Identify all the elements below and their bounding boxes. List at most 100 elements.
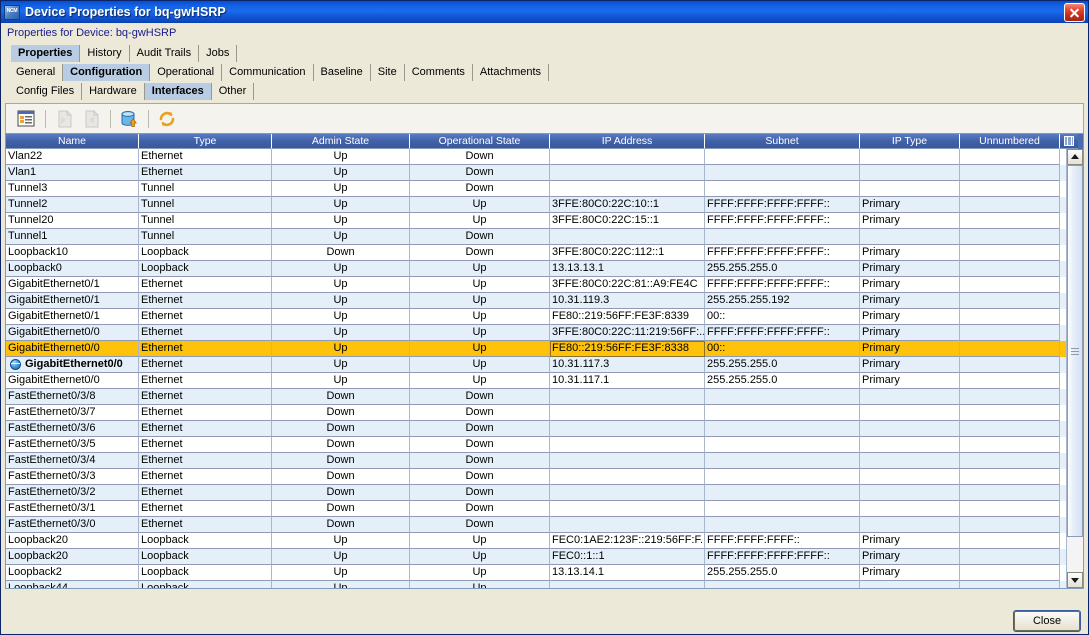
- scroll-down-button[interactable]: [1067, 572, 1083, 588]
- table-row[interactable]: Loopback0 Loopback Up Up 13.13.13.1 255.255.2…: [6, 261, 1066, 277]
- cell-unnumbered: [960, 501, 1060, 517]
- cell-ip-type: Primary: [860, 533, 960, 549]
- cell-operational-state: Down: [410, 421, 550, 437]
- interface-name: FastEthernet0/3/0: [8, 518, 96, 530]
- tab-site[interactable]: Site: [371, 64, 405, 81]
- refresh-icon[interactable]: [155, 107, 179, 131]
- cell-unnumbered: [960, 485, 1060, 501]
- cell-type: Loopback: [139, 581, 272, 588]
- table-row[interactable]: Tunnel1 Tunnel Up Down: [6, 229, 1066, 245]
- table-row[interactable]: GigabitEthernet0/1 Ethernet Up Up FE80::219:…: [6, 309, 1066, 325]
- column-chooser-icon[interactable]: [1060, 134, 1078, 149]
- secondary-tabstrip: General Configuration Operational Communica…: [1, 62, 1088, 81]
- tab-interfaces[interactable]: Interfaces: [144, 83, 212, 100]
- table-row[interactable]: GigabitEthernet0/0 Ethernet Up Up 10.31.117.…: [6, 357, 1066, 373]
- table-row[interactable]: FastEthernet0/3/8 Ethernet Down Down: [6, 389, 1066, 405]
- tab-operational[interactable]: Operational: [150, 64, 223, 81]
- cell-ip-type: [860, 181, 960, 197]
- tab-hardware[interactable]: Hardware: [82, 83, 145, 100]
- tab-configuration[interactable]: Configuration: [63, 64, 151, 81]
- table-row[interactable]: GigabitEthernet0/0 Ethernet Up Up FE80::219:…: [6, 341, 1066, 357]
- table-row[interactable]: Tunnel2 Tunnel Up Up 3FFE:80C0:22C:10::1 FFFF…: [6, 197, 1066, 213]
- scroll-up-button[interactable]: [1067, 149, 1083, 165]
- table-row[interactable]: GigabitEthernet0/1 Ethernet Up Up 10.31.119.…: [6, 293, 1066, 309]
- table-row[interactable]: FastEthernet0/3/3 Ethernet Down Down: [6, 469, 1066, 485]
- cell-admin-state: Up: [272, 309, 410, 325]
- paste-page-icon[interactable]: [79, 107, 103, 131]
- cell-ip-type: [860, 437, 960, 453]
- table-row[interactable]: Tunnel3 Tunnel Up Down: [6, 181, 1066, 197]
- column-header-admin-state[interactable]: Admin State: [272, 134, 410, 149]
- table-row[interactable]: FastEthernet0/3/2 Ethernet Down Down: [6, 485, 1066, 501]
- scrollbar-track[interactable]: [1067, 165, 1083, 572]
- table-row[interactable]: FastEthernet0/3/6 Ethernet Down Down: [6, 421, 1066, 437]
- close-button[interactable]: Close: [1014, 611, 1080, 631]
- vertical-scrollbar[interactable]: [1066, 149, 1083, 588]
- table-row[interactable]: FastEthernet0/3/0 Ethernet Down Down: [6, 517, 1066, 533]
- cell-admin-state: Up: [272, 325, 410, 341]
- column-header-ip-address[interactable]: IP Address: [550, 134, 705, 149]
- tab-properties[interactable]: Properties: [11, 45, 81, 62]
- table-row[interactable]: Loopback44 Loopback Up Up: [6, 581, 1066, 588]
- cell-subnet: [705, 501, 860, 517]
- cell-admin-state: Up: [272, 149, 410, 165]
- interface-name: FastEthernet0/3/3: [8, 470, 96, 482]
- cell-subnet: 00::: [705, 309, 860, 325]
- upload-to-database-icon[interactable]: [117, 107, 141, 131]
- interface-name: GigabitEthernet0/1: [8, 310, 100, 322]
- cell-ip-type: Primary: [860, 245, 960, 261]
- table-row[interactable]: GigabitEthernet0/0 Ethernet Up Up 3FFE:80C0:…: [6, 325, 1066, 341]
- close-window-button[interactable]: [1064, 2, 1085, 22]
- cell-type: Tunnel: [139, 213, 272, 229]
- tab-communication[interactable]: Communication: [222, 64, 314, 81]
- cell-ip-type: [860, 389, 960, 405]
- cell-operational-state: Up: [410, 261, 550, 277]
- cell-operational-state: Up: [410, 581, 550, 588]
- tab-config-files[interactable]: Config Files: [9, 83, 83, 100]
- table-row[interactable]: GigabitEthernet0/0 Ethernet Up Up 10.31.117.…: [6, 373, 1066, 389]
- column-header-ip-type[interactable]: IP Type: [860, 134, 960, 149]
- interface-name: GigabitEthernet0/1: [8, 294, 100, 306]
- table-row[interactable]: Vlan22 Ethernet Up Down: [6, 149, 1066, 165]
- cell-ip-type: Primary: [860, 277, 960, 293]
- column-header-type[interactable]: Type: [139, 134, 272, 149]
- tab-general[interactable]: General: [9, 64, 64, 81]
- tab-comments[interactable]: Comments: [405, 64, 473, 81]
- tab-jobs[interactable]: Jobs: [199, 45, 238, 62]
- column-header-name[interactable]: Name: [6, 134, 139, 149]
- table-row[interactable]: FastEthernet0/3/4 Ethernet Down Down: [6, 453, 1066, 469]
- tab-attachments[interactable]: Attachments: [473, 64, 550, 81]
- cell-operational-state: Down: [410, 229, 550, 245]
- table-row[interactable]: GigabitEthernet0/1 Ethernet Up Up 3FFE:80C0:…: [6, 277, 1066, 293]
- tab-history[interactable]: History: [80, 45, 130, 62]
- table-row[interactable]: Loopback20 Loopback Up Up FEC0::1::1 FFFF:FFF…: [6, 549, 1066, 565]
- table-row[interactable]: Vlan1 Ethernet Up Down: [6, 165, 1066, 181]
- properties-icon[interactable]: [14, 107, 38, 131]
- cell-admin-state: Up: [272, 197, 410, 213]
- cell-name: Vlan22: [6, 149, 139, 165]
- cell-unnumbered: [960, 341, 1060, 357]
- cell-operational-state: Up: [410, 293, 550, 309]
- cell-operational-state: Down: [410, 453, 550, 469]
- scrollbar-thumb[interactable]: [1067, 165, 1083, 537]
- table-row[interactable]: FastEthernet0/3/5 Ethernet Down Down: [6, 437, 1066, 453]
- table-row[interactable]: FastEthernet0/3/1 Ethernet Down Down: [6, 501, 1066, 517]
- column-header-unnumbered[interactable]: Unnumbered: [960, 134, 1060, 149]
- column-header-operational-state[interactable]: Operational State: [410, 134, 550, 149]
- cell-name: GigabitEthernet0/1: [6, 277, 139, 293]
- cell-unnumbered: [960, 357, 1060, 373]
- table-row[interactable]: FastEthernet0/3/7 Ethernet Down Down: [6, 405, 1066, 421]
- cell-admin-state: Down: [272, 405, 410, 421]
- table-row[interactable]: Tunnel20 Tunnel Up Up 3FFE:80C0:22C:15::1 FFF…: [6, 213, 1066, 229]
- tab-other[interactable]: Other: [212, 83, 255, 100]
- interface-name: Tunnel1: [8, 230, 48, 242]
- tab-audit-trails[interactable]: Audit Trails: [130, 45, 200, 62]
- table-row[interactable]: Loopback10 Loopback Down Down 3FFE:80C0:22C:…: [6, 245, 1066, 261]
- tab-baseline[interactable]: Baseline: [314, 64, 371, 81]
- table-row[interactable]: Loopback20 Loopback Up Up FEC0:1AE2:123F::21…: [6, 533, 1066, 549]
- column-header-subnet[interactable]: Subnet: [705, 134, 860, 149]
- cell-subnet: 00::: [705, 341, 860, 357]
- cell-operational-state: Up: [410, 277, 550, 293]
- copy-page-icon[interactable]: [52, 107, 76, 131]
- table-row[interactable]: Loopback2 Loopback Up Up 13.13.14.1 255.255.2…: [6, 565, 1066, 581]
